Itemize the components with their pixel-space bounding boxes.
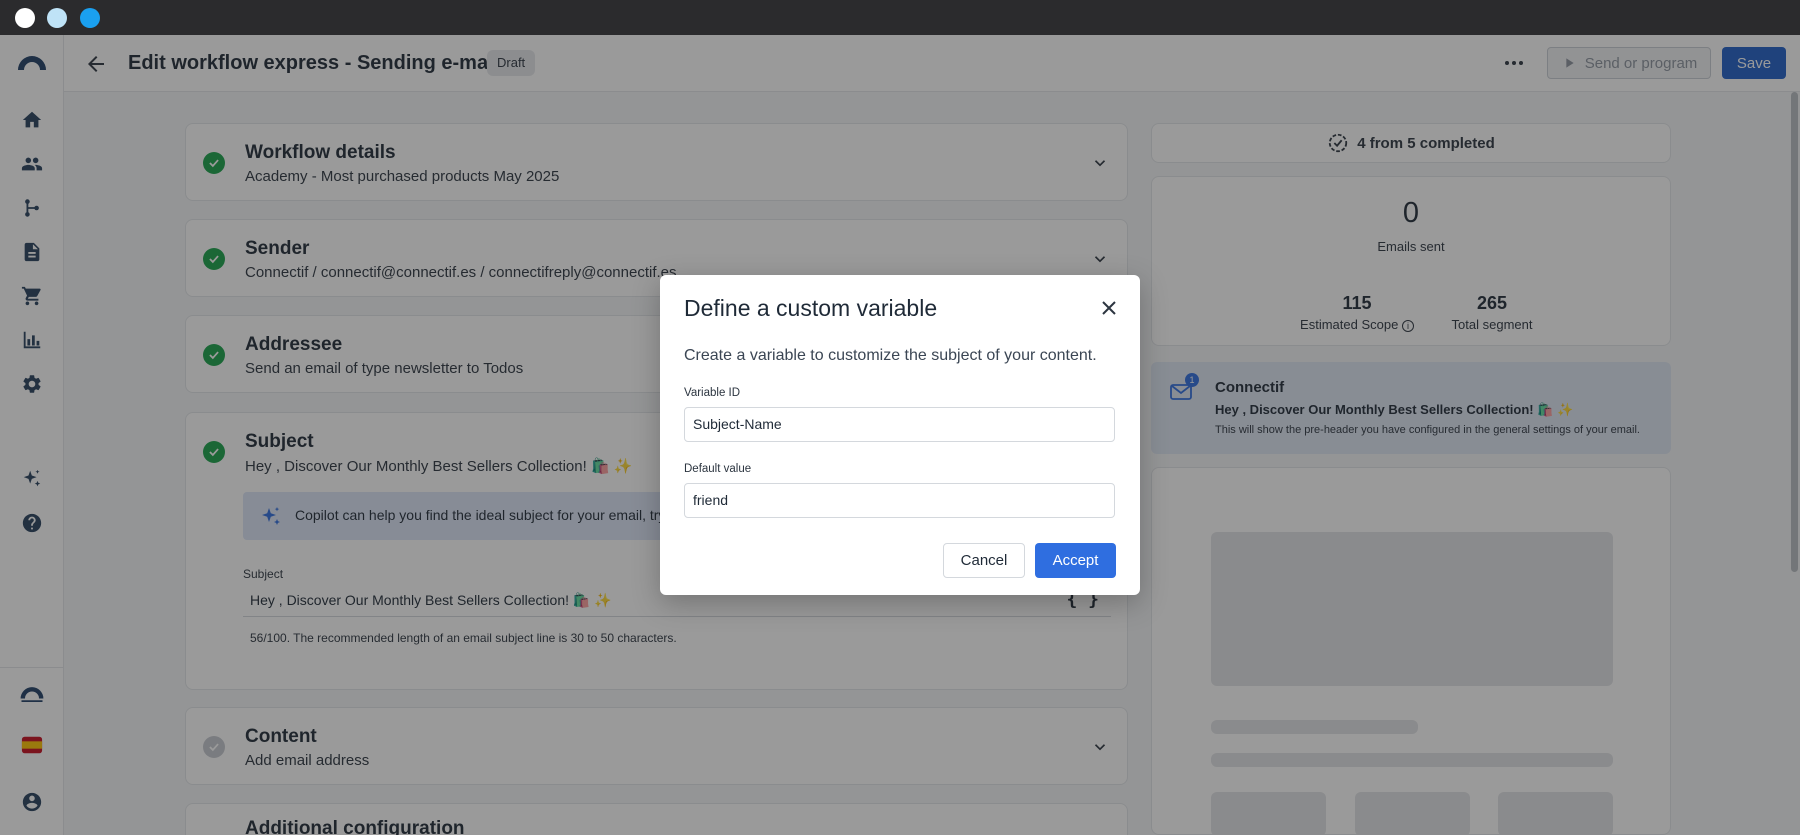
- minimize-window-button[interactable]: [47, 8, 67, 28]
- accept-button[interactable]: Accept: [1035, 543, 1116, 578]
- cancel-button[interactable]: Cancel: [943, 543, 1025, 578]
- custom-variable-dialog: Define a custom variable Create a variab…: [660, 275, 1140, 595]
- dialog-title: Define a custom variable: [684, 295, 938, 321]
- variable-id-label: Variable ID: [684, 387, 741, 399]
- window-titlebar: [0, 0, 1800, 35]
- close-window-button[interactable]: [15, 8, 35, 28]
- variable-id-input[interactable]: Subject-Name: [684, 407, 1115, 442]
- default-value-label: Default value: [684, 463, 752, 475]
- close-icon[interactable]: [1097, 296, 1121, 320]
- dialog-description: Create a variable to customize the subje…: [684, 347, 1097, 364]
- default-value-input[interactable]: friend: [684, 483, 1115, 518]
- maximize-window-button[interactable]: [80, 8, 100, 28]
